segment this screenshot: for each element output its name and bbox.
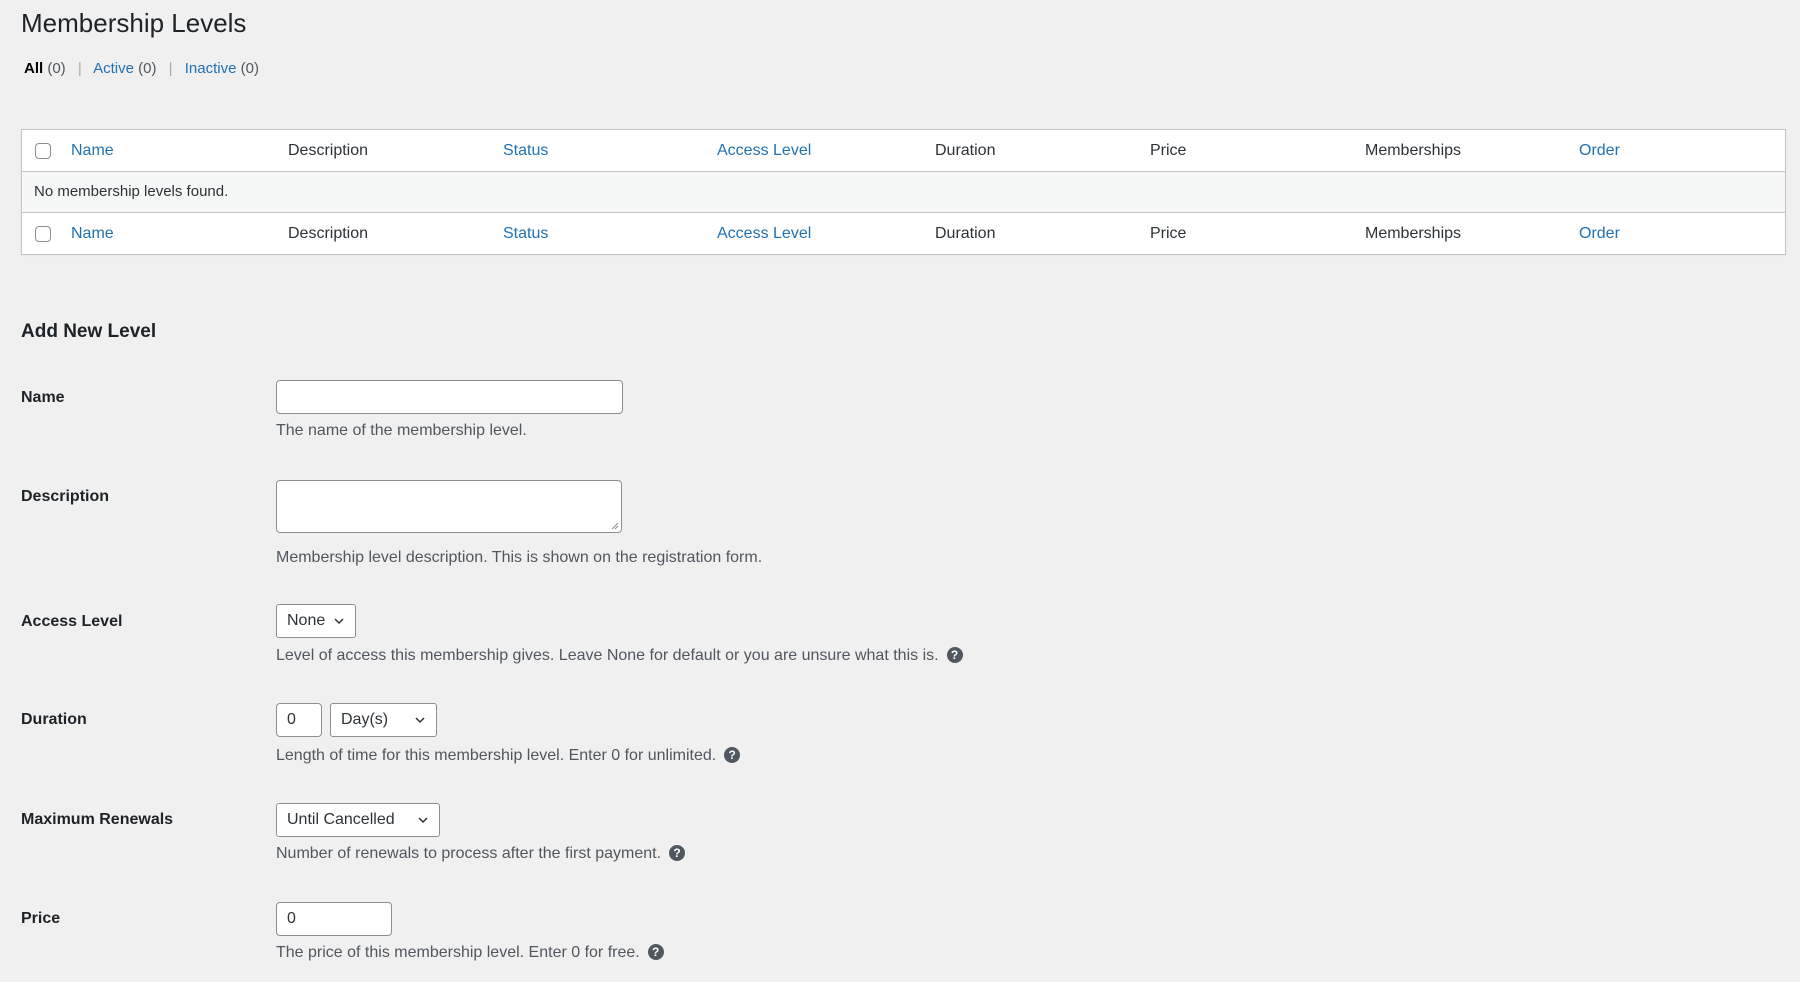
status-filters: All (0) | Active (0) | Inactive (0) (24, 59, 259, 79)
duration-unit-select[interactable]: Day(s) (330, 703, 437, 737)
column-memberships: Memberships (1365, 142, 1462, 159)
empty-message: No membership levels found. (34, 183, 229, 200)
filter-all[interactable]: All (24, 60, 43, 77)
price-hint: The price of this membership level. Ente… (276, 943, 664, 963)
price-label: Price (21, 910, 61, 927)
help-icon[interactable]: ? (724, 747, 741, 763)
column-name[interactable]: Name (71, 224, 114, 244)
filter-inactive-count: (0) (240, 60, 259, 77)
name-input[interactable] (276, 380, 623, 414)
chevron-down-icon (418, 817, 428, 824)
duration-input[interactable]: 0 (276, 703, 322, 737)
column-description: Description (288, 142, 369, 159)
access-level-hint: Level of access this membership gives. L… (276, 646, 963, 666)
column-duration: Duration (935, 225, 996, 242)
resize-handle-icon[interactable] (611, 522, 619, 530)
duration-unit-value: Day(s) (341, 711, 389, 728)
max-renewals-label: Maximum Renewals (21, 811, 174, 828)
column-order[interactable]: Order (1579, 141, 1620, 161)
page-title: Membership Levels (21, 8, 247, 38)
help-icon[interactable]: ? (647, 944, 664, 960)
max-renewals-hint: Number of renewals to process after the … (276, 844, 686, 864)
filter-separator: | (77, 60, 82, 77)
filter-active-count: (0) (138, 60, 157, 77)
select-all-checkbox[interactable] (35, 143, 51, 159)
column-name[interactable]: Name (71, 141, 114, 161)
name-label: Name (21, 389, 65, 406)
price-input[interactable]: 0 (276, 902, 392, 936)
max-renewals-value: Until Cancelled (287, 811, 395, 828)
add-level-heading: Add New Level (21, 321, 157, 342)
name-hint: The name of the membership level. (276, 422, 527, 439)
access-level-select[interactable]: None (276, 604, 356, 638)
filter-all-count: (0) (47, 60, 66, 77)
levels-table: Name Description Status Access Level Dur… (21, 129, 1786, 255)
description-label: Description (21, 488, 110, 505)
column-order[interactable]: Order (1579, 224, 1620, 244)
duration-label: Duration (21, 711, 87, 728)
chevron-down-icon (415, 717, 425, 724)
duration-hint: Length of time for this membership level… (276, 746, 741, 766)
filter-separator: | (168, 60, 173, 77)
column-price: Price (1150, 225, 1187, 242)
access-level-value: None (287, 612, 326, 629)
table-header-row: Name Description Status Access Level Dur… (22, 130, 1785, 172)
select-all-checkbox-footer[interactable] (35, 226, 51, 242)
filter-active[interactable]: Active (93, 60, 134, 77)
column-price: Price (1150, 142, 1187, 159)
column-status[interactable]: Status (503, 141, 548, 161)
help-icon[interactable]: ? (669, 845, 686, 861)
filter-inactive[interactable]: Inactive (185, 60, 237, 77)
column-duration: Duration (935, 142, 996, 159)
description-textarea[interactable] (276, 480, 622, 533)
column-access-level[interactable]: Access Level (717, 141, 811, 161)
help-icon[interactable]: ? (946, 647, 963, 663)
column-status[interactable]: Status (503, 224, 548, 244)
column-access-level[interactable]: Access Level (717, 224, 811, 244)
description-hint: Membership level description. This is sh… (276, 549, 763, 566)
max-renewals-select[interactable]: Until Cancelled (276, 803, 440, 837)
table-empty-row: No membership levels found. (22, 172, 1785, 212)
chevron-down-icon (334, 618, 344, 625)
access-level-label: Access Level (21, 613, 123, 630)
table-footer-row: Name Description Status Access Level Dur… (22, 212, 1785, 254)
column-memberships: Memberships (1365, 225, 1462, 242)
column-description: Description (288, 225, 369, 242)
